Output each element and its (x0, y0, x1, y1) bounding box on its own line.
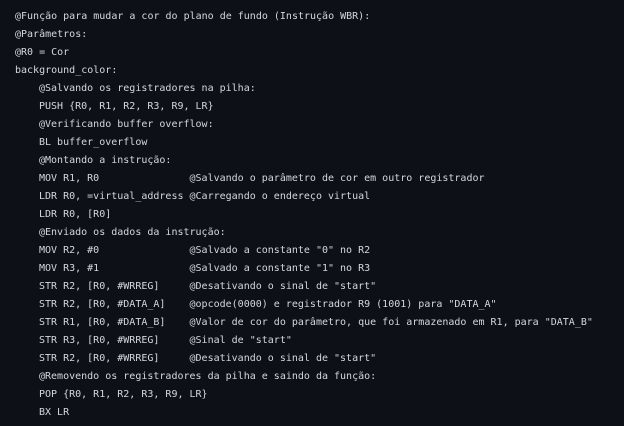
code-line-instruction: STR R2, [R0, #WRREG] @Desativando o sina… (39, 281, 377, 292)
code-line-instruction: BL buffer_overflow (39, 137, 148, 148)
code-block: @Função para mudar a cor do plano de fun… (0, 0, 624, 426)
code-line-instruction: STR R3, [R0, #WRREG] @Sinal de "start" (39, 335, 292, 346)
code-line-instruction: MOV R3, #1 @Salvado a constante "1" no R… (39, 263, 371, 274)
code-line-comment: @Montando a instrução: (39, 155, 172, 166)
code-line-comment: @Parâmetros: (15, 29, 88, 40)
code-line-comment: @Removendo os registradores da pilha e s… (39, 371, 377, 382)
code-line-instruction: LDR R0, [R0] (39, 209, 112, 220)
code-line-comment: @Verificando buffer overflow: (39, 119, 214, 130)
code-line-comment: @Enviado os dados da instrução: (39, 227, 226, 238)
code-line-instruction: POP {R0, R1, R2, R3, R9, LR} (39, 389, 208, 400)
code-line-instruction: BX LR (39, 407, 70, 418)
code-line-instruction: STR R2, [R0, #DATA_A] @opcode(0000) e re… (39, 299, 497, 310)
code-line-instruction: STR R2, [R0, #WRREG] @Desativando o sina… (39, 353, 377, 364)
code-line-instruction: PUSH {R0, R1, R2, R3, R9, LR} (39, 101, 214, 112)
code-line-instruction: LDR R0, =virtual_address @Carregando o e… (39, 191, 371, 202)
code-line-instruction: STR R1, [R0, #DATA_B] @Valor de cor do p… (39, 317, 593, 328)
code-line-comment: @Função para mudar a cor do plano de fun… (15, 11, 371, 22)
code-line-comment: @Salvando os registradores na pilha: (39, 83, 256, 94)
code-line-instruction: MOV R2, #0 @Salvado a constante "0" no R… (39, 245, 371, 256)
code-line-comment: @R0 = Cor (15, 47, 70, 58)
code-line-instruction: MOV R1, R0 @Salvando o parâmetro de cor … (39, 173, 485, 184)
code-line-label: background_color: (15, 65, 118, 76)
